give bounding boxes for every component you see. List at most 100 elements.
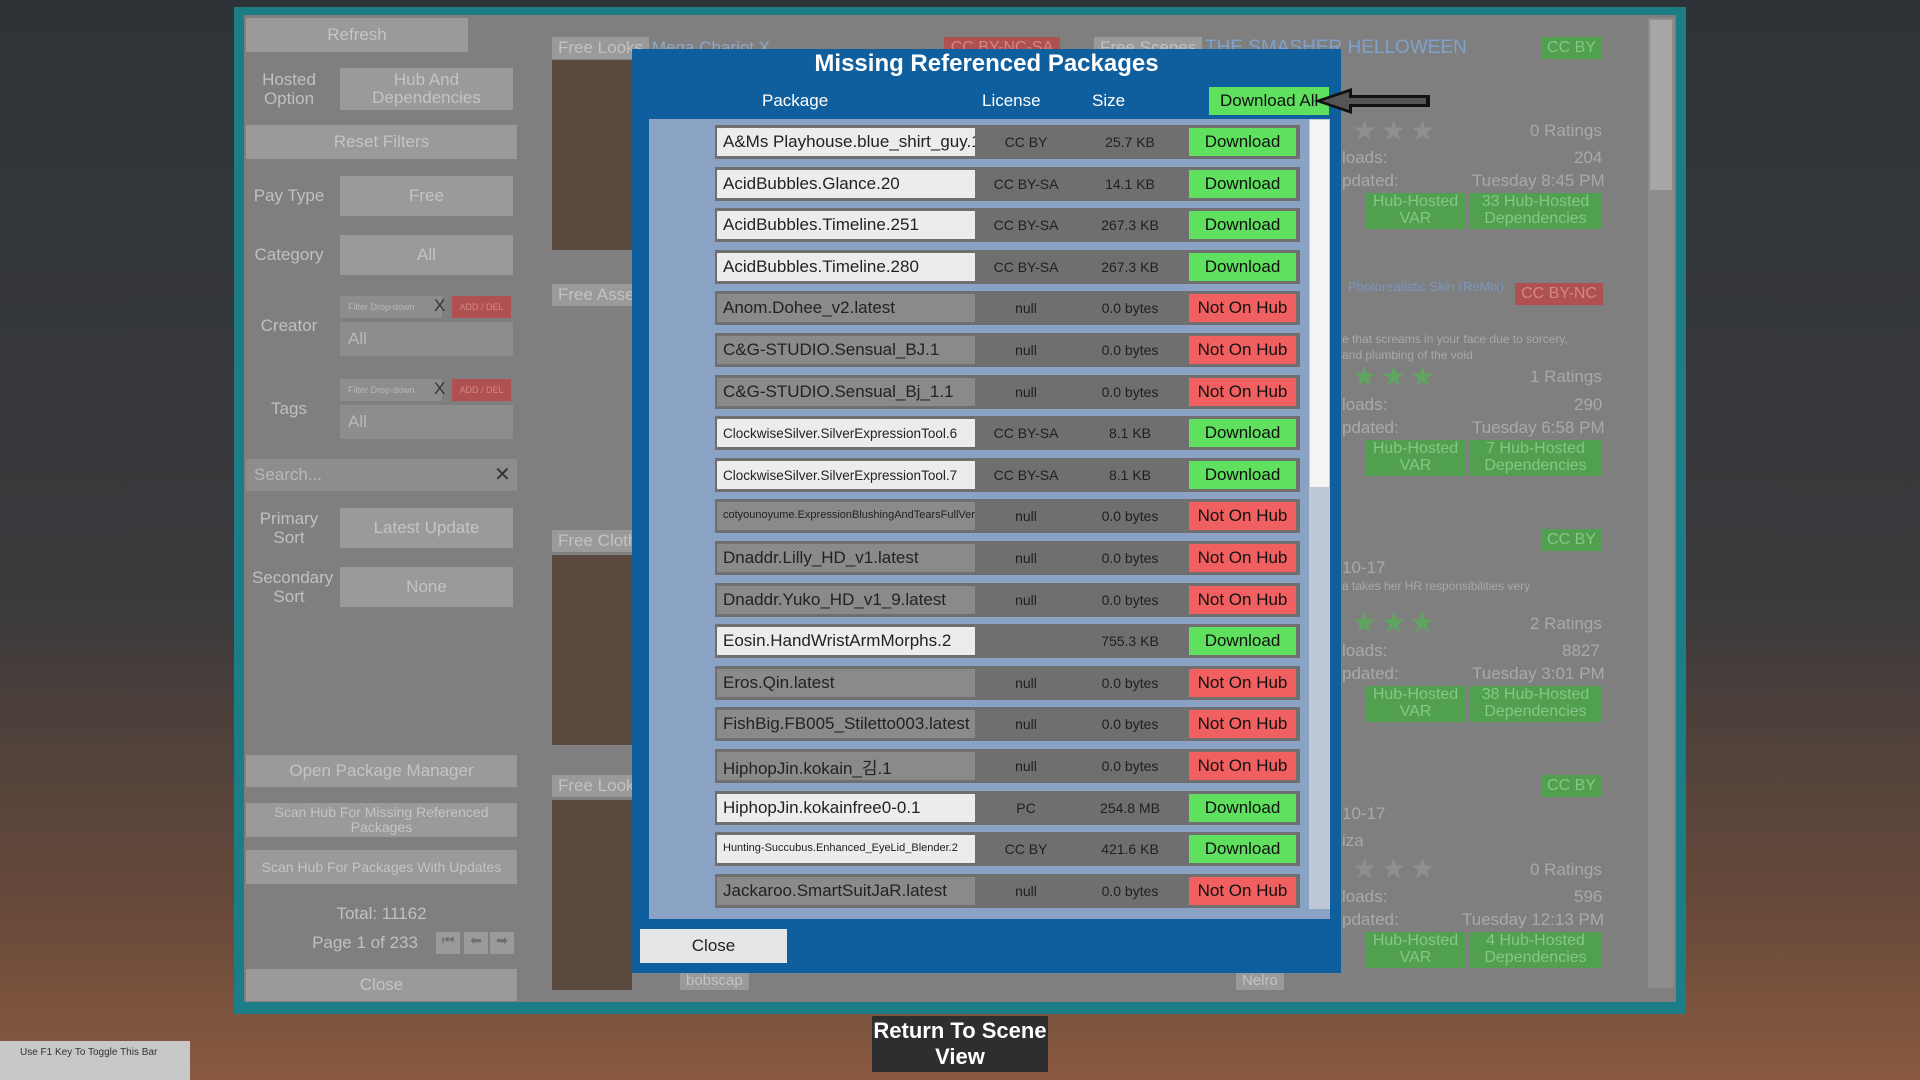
first-page-icon[interactable]: ⏮ [436,932,460,954]
download-button[interactable]: Download [1189,170,1296,198]
package-name-field[interactable]: AcidBubbles.Timeline.280 [717,253,975,281]
not-on-hub-button[interactable]: Not On Hub [1189,877,1296,905]
package-row: AcidBubbles.Timeline.280 CC BY-SA 267.3 KB… [715,250,1300,284]
reset-filters-button[interactable]: Reset Filters [246,125,517,159]
package-row: FishBig.FB005_Stiletto003.latest null 0.0 … [715,707,1300,741]
pay-type-dropdown[interactable]: Free [340,176,513,216]
search-clear-icon[interactable]: ✕ [494,462,511,487]
downloads-label: loads: [1342,395,1388,414]
updated-label: pdated: [1342,664,1399,683]
package-row: A&Ms Playhouse.blue_shirt_guy.1 CC BY 25.7… [715,125,1300,159]
package-name-field[interactable]: HiphopJin.kokain_김.1 [717,752,975,780]
package-name-field[interactable]: A&Ms Playhouse.blue_shirt_guy.1 [717,128,975,156]
package-size: 0.0 bytes [1101,592,1159,608]
browser-scrollbar-thumb[interactable] [1650,20,1672,190]
package-row: HiphopJin.kokainfree0-0.1 PC 254.8 MB Downl… [715,791,1300,825]
downloads-count: 596 [1574,887,1603,906]
package-name-field[interactable]: FishBig.FB005_Stiletto003.latest [717,710,975,738]
tags-label: Tags [271,399,307,418]
package-row: Dnaddr.Yuko_HD_v1_9.latest null 0.0 bytes N… [715,583,1300,617]
dialog-close-button[interactable]: Close [640,929,787,963]
download-button[interactable]: Download [1189,253,1296,281]
license-badge: CC BY [1541,529,1602,551]
tags-add-button[interactable]: ADD / DEL [452,379,511,401]
package-name-field[interactable]: Anom.Dohee_v2.latest [717,294,975,322]
creator-label: Creator [260,316,318,335]
updated-label: pdated: [1342,910,1399,929]
package-name-field[interactable]: Jackaroo.SmartSuitJaR.latest [717,877,975,905]
not-on-hub-button[interactable]: Not On Hub [1189,710,1296,738]
download-button[interactable]: Download [1189,419,1296,447]
download-button[interactable]: Download [1189,627,1296,655]
package-name-field[interactable]: Hunting-Succubus.Enhanced_EyeLid_Blender… [717,835,975,863]
creator-tag[interactable]: bobscap [680,970,749,990]
open-package-manager-button[interactable]: Open Package Manager [246,755,517,787]
card-description: a takes her HR responsibilities very [1342,579,1531,593]
card-title[interactable]: Photorealistic Skin (ReMix) [1348,279,1504,294]
package-license: null [1015,508,1037,524]
package-name-field[interactable]: AcidBubbles.Timeline.251 [717,211,975,239]
download-button[interactable]: Download [1189,461,1296,489]
package-name-field[interactable]: cotyounoyume.ExpressionBlushingAndTearsF… [717,502,975,530]
download-all-button[interactable]: Download All [1209,87,1329,115]
package-row: Jackaroo.SmartSuitJaR.latest null 0.0 byte… [715,874,1300,908]
category-dropdown[interactable]: All [340,235,513,275]
package-name-field[interactable]: Eros.Qin.latest [717,669,975,697]
download-button[interactable]: Download [1189,835,1296,863]
tags-dropdown[interactable]: All [340,405,513,439]
not-on-hub-button[interactable]: Not On Hub [1189,294,1296,322]
return-to-scene-view-button[interactable]: Return To Scene View [872,1016,1048,1072]
column-header-package: Package [762,91,829,110]
not-on-hub-button[interactable]: Not On Hub [1189,752,1296,780]
package-name-field[interactable]: Eosin.HandWristArmMorphs.2 [717,627,975,655]
download-button[interactable]: Download [1189,211,1296,239]
package-size: 0.0 bytes [1101,342,1159,358]
not-on-hub-button[interactable]: Not On Hub [1189,669,1296,697]
creator-filter-input[interactable]: Filter Drop-down [340,296,442,318]
prev-page-icon[interactable]: ⬅ [464,932,488,954]
package-name-field[interactable]: HiphopJin.kokainfree0-0.1 [717,794,975,822]
download-button[interactable]: Download [1189,794,1296,822]
not-on-hub-button[interactable]: Not On Hub [1189,544,1296,572]
package-row: Dnaddr.Lilly_HD_v1.latest null 0.0 bytes No… [715,541,1300,575]
package-license: CC BY-SA [993,259,1059,275]
not-on-hub-button[interactable]: Not On Hub [1189,586,1296,614]
creator-tag[interactable]: Nelro [1236,970,1284,990]
primary-sort-dropdown[interactable]: Latest Update [340,508,513,548]
creator-add-button[interactable]: ADD / DEL [452,296,511,318]
package-name-field[interactable]: Dnaddr.Lilly_HD_v1.latest [717,544,975,572]
package-name-field[interactable]: ClockwiseSilver.SilverExpressionTool.6 [717,419,975,447]
next-page-icon[interactable]: ➡ [490,932,514,954]
creator-dropdown[interactable]: All [340,322,513,356]
package-name-field[interactable]: C&G-STUDIO.Sensual_Bj_1.1 [717,378,975,406]
secondary-sort-dropdown[interactable]: None [340,567,513,607]
card-thumbnail[interactable] [552,60,632,250]
search-input[interactable]: Search... [246,459,517,491]
card-thumbnail[interactable] [552,800,632,990]
not-on-hub-button[interactable]: Not On Hub [1189,378,1296,406]
package-name-field[interactable]: AcidBubbles.Glance.20 [717,170,975,198]
package-name-field[interactable]: Dnaddr.Yuko_HD_v1_9.latest [717,586,975,614]
sidebar-close-button[interactable]: Close [246,969,517,1001]
downloads-count: 8827 [1562,641,1600,660]
scan-missing-button[interactable]: Scan Hub For Missing Referenced Packages [246,803,517,837]
list-scrollbar-thumb[interactable] [1310,120,1329,487]
refresh-button[interactable]: Refresh [246,18,468,52]
package-size: 267.3 KB [1101,259,1159,275]
download-button[interactable]: Download [1189,128,1296,156]
not-on-hub-button[interactable]: Not On Hub [1189,502,1296,530]
package-name-field[interactable]: ClockwiseSilver.SilverExpressionTool.7 [717,461,975,489]
tags-clear-icon[interactable]: X [434,379,452,401]
package-row: cotyounoyume.ExpressionBlushingAndTearsF… [715,499,1300,533]
not-on-hub-button[interactable]: Not On Hub [1189,336,1296,364]
tags-filter-input[interactable]: Filter Drop-down [340,379,442,401]
creator-clear-icon[interactable]: X [434,296,452,318]
scan-updates-button[interactable]: Scan Hub For Packages With Updates [246,850,517,884]
package-license: null [1015,883,1037,899]
updated-label: pdated: [1342,171,1399,190]
package-license [977,624,1075,658]
package-name-field[interactable]: C&G-STUDIO.Sensual_BJ.1 [717,336,975,364]
hosted-option-dropdown[interactable]: Hub And Dependencies [340,68,513,110]
card-thumbnail[interactable] [552,555,632,745]
package-size: 0.0 bytes [1101,675,1159,691]
